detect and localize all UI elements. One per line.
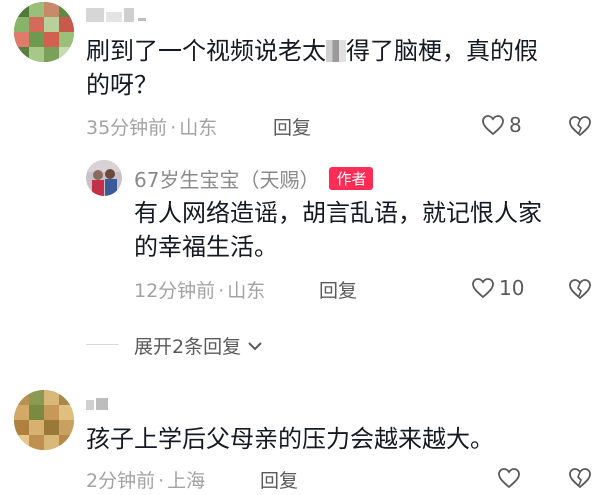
reply-location: 山东	[227, 280, 266, 302]
comment-text-part1: 刷到了一个视频说老太	[86, 37, 326, 65]
reply-text-line2: 的幸福生活。	[134, 233, 278, 261]
reply-time: 12分钟前	[134, 280, 216, 302]
author-badge: 作者	[329, 167, 374, 190]
comment-text-line2: 的呀？	[86, 71, 158, 99]
comment-meta: 2分钟前 · 上海	[86, 470, 206, 492]
reply-avatar[interactable]	[86, 160, 122, 196]
like-button[interactable]	[497, 467, 521, 489]
comment-time: 35分钟前	[86, 117, 168, 139]
reply-button[interactable]: 回复	[260, 466, 298, 493]
comment-location: 山东	[179, 117, 218, 139]
expand-divider	[86, 344, 118, 345]
reply-like-button[interactable]: 10	[471, 276, 524, 300]
comment-time: 2分钟前	[86, 470, 156, 492]
username-redacted[interactable]	[86, 398, 116, 410]
reply-like-count: 10	[499, 276, 525, 300]
broken-heart-icon	[569, 279, 591, 300]
expand-replies-button[interactable]: 展开2条回复	[134, 332, 263, 359]
reply-text: 有人网络造谣，胡言乱语，就记恨人家 的幸福生活。	[134, 196, 584, 264]
heart-outline-icon	[498, 468, 520, 489]
heart-outline-icon	[482, 115, 504, 136]
comment-location: 上海	[167, 470, 206, 492]
reply-username[interactable]: 67岁生宝宝（天赐）	[134, 164, 319, 193]
redacted-character	[326, 40, 346, 62]
comment-text: 刷到了一个视频说老太 得了脑梗，真的假 的呀？	[86, 34, 586, 102]
reply-meta: 12分钟前 · 山东	[134, 280, 266, 302]
reply-header: 67岁生宝宝（天赐） 作者	[134, 164, 374, 193]
expand-replies-label: 展开2条回复	[134, 336, 242, 358]
reply-reply-button[interactable]: 回复	[319, 276, 357, 303]
reply-avatar-image	[86, 160, 122, 196]
avatar-image	[14, 2, 74, 62]
avatar[interactable]	[14, 2, 74, 62]
avatar[interactable]	[14, 390, 74, 450]
avatar-image	[14, 390, 74, 450]
dislike-button[interactable]	[568, 115, 592, 141]
reply-dislike-button[interactable]	[568, 278, 592, 304]
heart-outline-icon	[472, 278, 494, 299]
comment-text-part2: 得了脑梗，真的假	[346, 37, 538, 65]
reply-button[interactable]: 回复	[273, 113, 311, 140]
reply-text-line1: 有人网络造谣，胡言乱语，就记恨人家	[134, 199, 542, 227]
like-button[interactable]: 8	[481, 113, 522, 137]
like-count: 8	[509, 113, 522, 137]
comment-meta: 35分钟前 · 山东	[86, 117, 218, 139]
broken-heart-icon	[569, 116, 591, 137]
dislike-button[interactable]	[568, 467, 592, 493]
broken-heart-icon	[569, 468, 591, 489]
chevron-down-icon	[248, 341, 262, 350]
comment-text: 孩子上学后父母亲的压力会越来越大。	[86, 425, 494, 453]
username-redacted[interactable]	[86, 8, 150, 22]
